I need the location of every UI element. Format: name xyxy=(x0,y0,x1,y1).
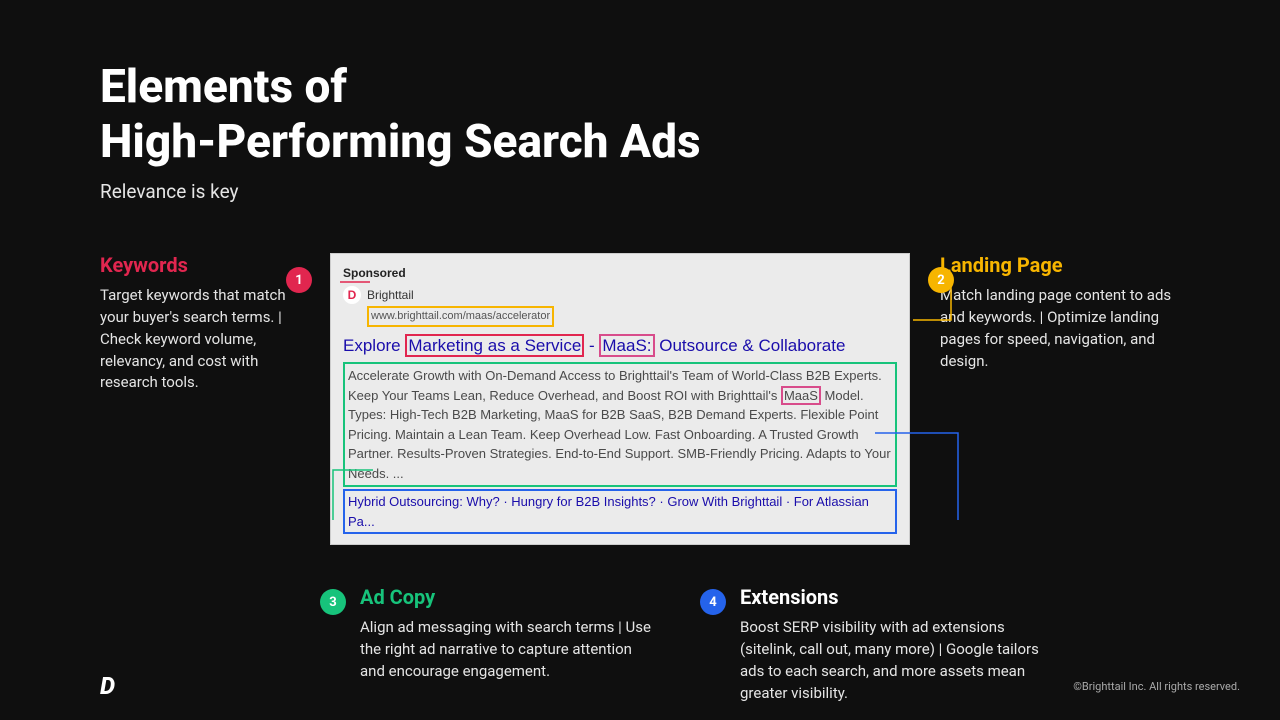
ad-logo-icon: D xyxy=(343,286,361,304)
footer-logo-icon: D xyxy=(100,672,115,700)
content-row: Keywords Target keywords that match your… xyxy=(100,253,1180,545)
title-line2: High-Performing Search Ads xyxy=(100,115,701,169)
landing-heading: Landing Page xyxy=(940,253,1180,277)
footer: D ©Brighttail Inc. All rights reserved. xyxy=(100,672,1240,700)
ad-desc-keyword: MaaS xyxy=(781,386,821,405)
ad-description-wrap: Accelerate Growth with On-Demand Access … xyxy=(343,362,897,487)
badge-4: 4 xyxy=(700,589,726,615)
ad-sitelinks: Hybrid Outsourcing: Why? · Hungry for B2… xyxy=(343,489,897,534)
badge-1: 1 xyxy=(286,267,312,293)
ad-headline: Explore Marketing as a Service - MaaS: O… xyxy=(343,333,897,359)
ad-brand-name: Brighttail xyxy=(367,286,414,304)
keywords-body: Target keywords that match your buyer's … xyxy=(100,285,300,394)
ad-sponsored-label: Sponsored xyxy=(343,264,897,282)
ad-mock-wrapper: 1 2 Sponsored D Brighttail www.brighttai… xyxy=(330,253,910,545)
ad-headline-keyword2: MaaS: xyxy=(599,334,654,357)
search-ad-mock: Sponsored D Brighttail www.brighttail.co… xyxy=(330,253,910,545)
title-line1: Elements of xyxy=(100,60,347,114)
footer-copyright: ©Brighttail Inc. All rights reserved. xyxy=(1073,680,1240,693)
ad-brand-row: D Brighttail xyxy=(343,286,897,304)
extensions-heading: Extensions xyxy=(740,585,1060,609)
ad-headline-pre: Explore xyxy=(343,336,405,355)
ad-headline-keyword1: Marketing as a Service xyxy=(405,334,584,357)
slide-title: Elements of High-Performing Search Ads xyxy=(100,60,1180,170)
ad-headline-sep: - xyxy=(584,336,599,355)
badge-3: 3 xyxy=(320,589,346,615)
ad-url: www.brighttail.com/maas/accelerator xyxy=(367,306,554,327)
slide: Elements of High-Performing Search Ads R… xyxy=(0,0,1280,720)
slide-subtitle: Relevance is key xyxy=(100,180,1180,203)
adcopy-heading: Ad Copy xyxy=(360,585,660,609)
keywords-callout: Keywords Target keywords that match your… xyxy=(100,253,300,394)
landing-body: Match landing page content to ads and ke… xyxy=(940,285,1180,372)
keywords-heading: Keywords xyxy=(100,253,300,277)
landing-page-callout: Landing Page Match landing page content … xyxy=(940,253,1180,372)
ad-headline-post: Outsource & Collaborate xyxy=(655,336,846,355)
ad-description: Accelerate Growth with On-Demand Access … xyxy=(348,368,891,481)
